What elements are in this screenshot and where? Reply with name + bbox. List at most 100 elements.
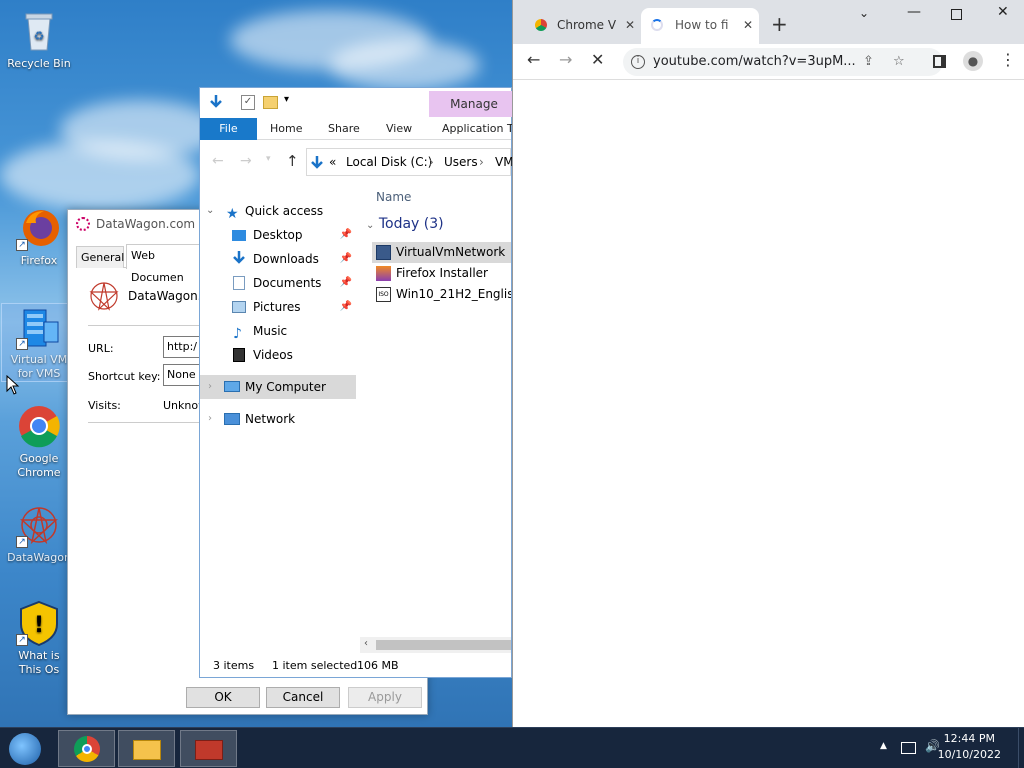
scroll-left-icon[interactable]: ‹ bbox=[364, 638, 368, 649]
omnibox[interactable]: i youtube.com/watch?v=3upM... ⇪ ☆ bbox=[623, 48, 943, 76]
computer-icon bbox=[224, 381, 240, 392]
close-tab-icon[interactable]: ✕ bbox=[743, 8, 753, 42]
ribbon-tabs: File Home Share View Application To bbox=[200, 118, 519, 140]
up-arrow-icon[interactable]: ↑ bbox=[286, 152, 299, 170]
share-icon[interactable]: ⇪ bbox=[863, 48, 874, 76]
dialog-title: DataWagon.com Pr bbox=[96, 217, 211, 231]
taskbar-chrome[interactable] bbox=[58, 730, 115, 767]
desktop-icon-firefox[interactable]: ↗ Firefox bbox=[1, 205, 77, 268]
loading-spinner-icon bbox=[651, 19, 663, 31]
ribbon-tab-view[interactable]: View bbox=[386, 118, 412, 140]
stop-loading-icon[interactable]: ✕ bbox=[591, 50, 604, 69]
group-header-today[interactable]: ⌄ Today (3) bbox=[366, 216, 444, 232]
download-arrow-icon[interactable] bbox=[208, 94, 224, 113]
close-window-icon[interactable]: ✕ bbox=[997, 4, 1009, 20]
tab-title: Chrome V bbox=[557, 18, 617, 32]
recent-dropdown-icon[interactable]: ▾ bbox=[266, 154, 271, 164]
pin-icon[interactable]: 📌 bbox=[340, 271, 352, 295]
manage-contextual-tab[interactable]: Manage bbox=[429, 91, 519, 117]
browser-toolbar: ← → ✕ i youtube.com/watch?v=3upM... ⇪ ☆ … bbox=[513, 44, 1024, 80]
bookmark-star-icon[interactable]: ☆ bbox=[893, 48, 905, 76]
page-content[interactable] bbox=[513, 80, 1024, 727]
show-desktop-button[interactable] bbox=[1018, 728, 1024, 768]
nav-music[interactable]: ♪ Music bbox=[200, 319, 356, 343]
tab-search-chevron-icon[interactable]: ⌄ bbox=[859, 6, 869, 20]
pin-icon[interactable]: 📌 bbox=[340, 295, 352, 319]
tab-title: How to fi bbox=[675, 18, 729, 32]
file-row[interactable]: ISO Win10_21H2_English_ bbox=[372, 284, 511, 305]
tab-general[interactable]: General bbox=[76, 246, 124, 268]
file-row[interactable]: VirtualVmNetwork bbox=[372, 242, 511, 263]
shortcut-arrow-icon: ↗ bbox=[16, 239, 28, 251]
qat-dropdown-icon[interactable]: ▾ bbox=[284, 94, 289, 105]
back-arrow-icon[interactable]: ← bbox=[527, 50, 540, 69]
new-tab-icon[interactable]: + bbox=[771, 12, 788, 36]
forward-arrow-icon[interactable]: → bbox=[559, 50, 572, 69]
show-hidden-icons-icon[interactable]: ▲ bbox=[880, 741, 887, 751]
minimize-icon[interactable]: — bbox=[907, 4, 921, 20]
desktop-icon-datawagon[interactable]: ↗ DataWagon bbox=[1, 502, 77, 565]
desktop-icon-label: What is This Os bbox=[18, 649, 60, 676]
menu-kebab-icon[interactable]: ⋮ bbox=[1000, 50, 1016, 69]
browser-tab-active[interactable]: How to fi ✕ bbox=[641, 8, 759, 44]
browser-tab[interactable]: Chrome V ✕ bbox=[523, 8, 641, 44]
nav-desktop[interactable]: Desktop 📌 bbox=[200, 223, 356, 247]
file-explorer-window: ✓ ▾ Manage File Home Share View Applicat… bbox=[199, 87, 519, 678]
nav-videos[interactable]: Videos bbox=[200, 343, 356, 367]
ribbon-tab-file[interactable]: File bbox=[200, 118, 257, 140]
network-tray-icon[interactable] bbox=[901, 742, 916, 754]
desktop-icon-virtual-vm[interactable]: ↗ Virtual VM for VMS bbox=[1, 303, 77, 382]
properties-check-icon[interactable]: ✓ bbox=[241, 95, 255, 110]
breadcrumb-local-disk[interactable]: Local Disk (C:) bbox=[346, 149, 432, 175]
desktop-icon-what-is-this-os[interactable]: ! ↗ What is This Os bbox=[1, 600, 77, 677]
file-list: Name ⌄ Today (3) VirtualVmNetwork Firefo… bbox=[366, 186, 511, 637]
breadcrumb-vm[interactable]: VM bbox=[495, 149, 514, 175]
document-icon bbox=[233, 276, 245, 290]
datawagon-icon bbox=[76, 217, 90, 231]
toolbox-icon bbox=[195, 740, 223, 760]
nav-documents[interactable]: Documents 📌 bbox=[200, 271, 356, 295]
nav-my-computer[interactable]: › My Computer bbox=[200, 375, 356, 399]
maximize-icon[interactable] bbox=[951, 9, 962, 20]
file-name: VirtualVmNetwork bbox=[396, 245, 506, 259]
scrollbar-thumb[interactable] bbox=[376, 640, 511, 650]
pin-icon[interactable]: 📌 bbox=[340, 223, 352, 247]
windows-logo-icon bbox=[9, 733, 41, 765]
folder-icon[interactable] bbox=[263, 96, 278, 109]
horizontal-scrollbar[interactable]: ‹ bbox=[360, 637, 511, 653]
address-bar[interactable]: « Local Disk (C:) › Users › VM bbox=[306, 148, 514, 176]
expand-chevron-icon: › bbox=[208, 413, 212, 424]
star-icon: ★ bbox=[226, 206, 239, 222]
nav-pictures[interactable]: Pictures 📌 bbox=[200, 295, 356, 319]
desktop-icon-google-chrome[interactable]: Google Chrome bbox=[1, 403, 77, 480]
apply-button[interactable]: Apply bbox=[348, 687, 422, 708]
breadcrumb-users[interactable]: Users bbox=[444, 149, 478, 175]
nav-quick-access[interactable]: ⌄ ★ Quick access bbox=[200, 199, 356, 223]
shortcut-arrow-icon: ↗ bbox=[16, 338, 28, 350]
taskbar-clock[interactable]: 12:44 PM 10/10/2022 bbox=[938, 731, 1001, 763]
ribbon-tab-share[interactable]: Share bbox=[328, 118, 360, 140]
taskbar-datawagon[interactable] bbox=[180, 730, 237, 767]
nav-network[interactable]: › Network bbox=[200, 407, 356, 431]
info-icon[interactable]: i bbox=[631, 55, 645, 69]
back-arrow-icon[interactable]: ← bbox=[212, 153, 224, 169]
close-tab-icon[interactable]: ✕ bbox=[625, 8, 635, 42]
desktop-icon-recycle-bin[interactable]: ♻ Recycle Bin bbox=[1, 8, 77, 71]
nav-downloads[interactable]: Downloads 📌 bbox=[200, 247, 356, 271]
side-panel-icon[interactable] bbox=[933, 55, 946, 68]
nav-label: Downloads bbox=[253, 252, 319, 266]
ribbon-tab-home[interactable]: Home bbox=[270, 118, 302, 140]
desktop-icon-label: DataWagon bbox=[7, 551, 71, 564]
profile-avatar-icon[interactable]: ● bbox=[963, 51, 983, 71]
taskbar-file-explorer[interactable] bbox=[118, 730, 175, 767]
file-row[interactable]: Firefox Installer bbox=[372, 263, 511, 284]
ribbon-tab-application-tools[interactable]: Application To bbox=[442, 118, 519, 140]
forward-arrow-icon[interactable]: → bbox=[240, 153, 252, 169]
start-button[interactable] bbox=[0, 730, 52, 767]
mouse-cursor-icon bbox=[6, 374, 20, 398]
svg-text:♻: ♻ bbox=[34, 29, 45, 43]
pin-icon[interactable]: 📌 bbox=[340, 247, 352, 271]
ok-button[interactable]: OK bbox=[186, 687, 260, 708]
cancel-button[interactable]: Cancel bbox=[266, 687, 340, 708]
column-header-name[interactable]: Name bbox=[376, 190, 411, 204]
